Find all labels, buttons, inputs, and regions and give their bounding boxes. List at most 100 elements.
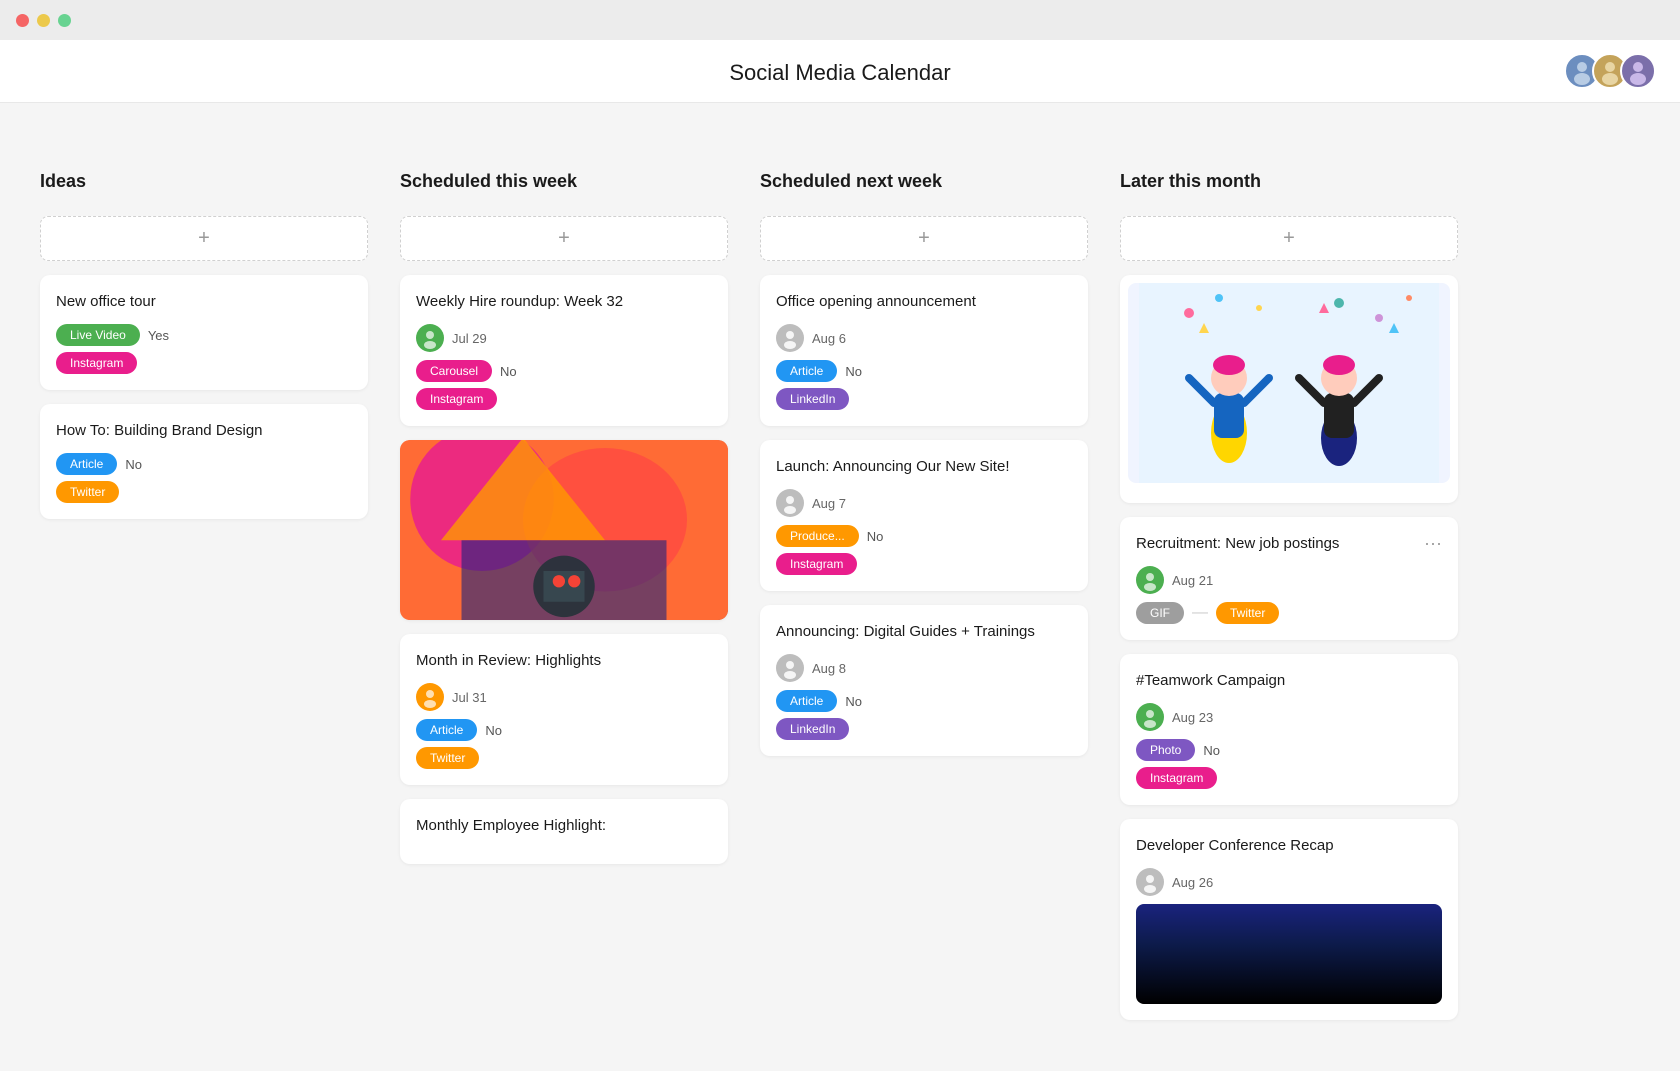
card-title: Office opening announcement [776, 291, 1072, 312]
tag-produce[interactable]: Produce... [776, 525, 859, 547]
tag-yes-value: Yes [148, 328, 169, 343]
card-title: Announcing: Digital Guides + Trainings [776, 621, 1072, 642]
tag-linkedin[interactable]: LinkedIn [776, 718, 849, 740]
card-dev-conference: Developer Conference Recap Aug 26 [1120, 819, 1458, 1020]
card-launch-new-site: Launch: Announcing Our New Site! Aug 7 P… [760, 440, 1088, 591]
card-title: New office tour [56, 291, 352, 312]
card-avatar [1136, 868, 1164, 896]
titlebar-dot-green [58, 14, 71, 27]
card-monthly-employee: Monthly Employee Highlight: [400, 799, 728, 864]
tags-row-2: Instagram [1136, 767, 1442, 789]
card-month-review: Month in Review: Highlights Jul 31 Artic… [400, 634, 728, 785]
tags-row: Article No [416, 719, 712, 741]
tags-row: Live Video Yes [56, 324, 352, 346]
card-meta: Aug 21 [1136, 566, 1442, 594]
card-date: Jul 29 [452, 331, 487, 346]
tag-article[interactable]: Article [776, 690, 837, 712]
board: Ideas + New office tour Live Video Yes I… [0, 163, 1680, 1058]
card-title: Month in Review: Highlights [416, 650, 712, 671]
tag-instagram[interactable]: Instagram [416, 388, 497, 410]
tags-row-2: LinkedIn [776, 718, 1072, 740]
card-meta: Aug 23 [1136, 703, 1442, 731]
card-title: Recruitment: New job postings [1136, 533, 1424, 554]
card-avatar [1136, 566, 1164, 594]
card-date: Aug 7 [812, 496, 846, 511]
add-btn-scheduled-week[interactable]: + [400, 216, 728, 261]
card-date: Aug 21 [1172, 573, 1213, 588]
card-avatar [416, 683, 444, 711]
card-date-dev: Aug 26 [1172, 875, 1213, 890]
card-date: Jul 31 [452, 690, 487, 705]
tag-no-value: No [845, 694, 862, 709]
tag-carousel[interactable]: Carousel [416, 360, 492, 382]
tags-row-2: Instagram [776, 553, 1072, 575]
tag-no-value: No [500, 364, 517, 379]
tag-no-value: No [485, 723, 502, 738]
tag-instagram[interactable]: Instagram [776, 553, 857, 575]
tag-live-video[interactable]: Live Video [56, 324, 140, 346]
add-btn-scheduled-next[interactable]: + [760, 216, 1088, 261]
tag-instagram[interactable]: Instagram [1136, 767, 1217, 789]
tags-row-2: Twitter [416, 747, 712, 769]
menu-dots-icon[interactable]: ··· [1424, 533, 1442, 554]
tag-article[interactable]: Article [56, 453, 117, 475]
column-title-later: Later this month [1120, 163, 1458, 200]
card-abstract-image [400, 440, 728, 620]
tag-no-value: No [845, 364, 862, 379]
card-date: Aug 23 [1172, 710, 1213, 725]
card-brand-design: How To: Building Brand Design Article No… [40, 404, 368, 519]
tag-linkedin[interactable]: LinkedIn [776, 388, 849, 410]
card-new-office-tour: New office tour Live Video Yes Instagram [40, 275, 368, 390]
header-avatars [1572, 53, 1656, 89]
card-avatar [416, 324, 444, 352]
column-title-scheduled-week: Scheduled this week [400, 163, 728, 200]
dark-image [1136, 904, 1442, 1004]
tags-row: Article No [776, 690, 1072, 712]
tag-twitter[interactable]: Twitter [1216, 602, 1279, 624]
column-ideas: Ideas + New office tour Live Video Yes I… [24, 163, 384, 1034]
card-avatar [776, 489, 804, 517]
card-meta: Aug 26 [1136, 868, 1442, 896]
card-meta: Aug 6 [776, 324, 1072, 352]
tags-row-2: Instagram [416, 388, 712, 410]
tags-row: Photo No [1136, 739, 1442, 761]
tags-row: Article No [776, 360, 1072, 382]
tag-gif[interactable]: GIF [1136, 602, 1184, 624]
card-teamwork: #Teamwork Campaign Aug 23 Photo No Insta… [1120, 654, 1458, 805]
add-btn-later[interactable]: + [1120, 216, 1458, 261]
tag-article[interactable]: Article [416, 719, 477, 741]
tags-row: Carousel No [416, 360, 712, 382]
tag-twitter[interactable]: Twitter [416, 747, 479, 769]
tags-row-2: LinkedIn [776, 388, 1072, 410]
tag-article[interactable]: Article [776, 360, 837, 382]
card-avatar [1136, 703, 1164, 731]
card-title: Launch: Announcing Our New Site! [776, 456, 1072, 477]
celebration-image [1128, 283, 1450, 483]
titlebar-dot-yellow [37, 14, 50, 27]
tag-no-value: No [867, 529, 884, 544]
card-title: Monthly Employee Highlight: [416, 815, 712, 836]
avatar-3 [1620, 53, 1656, 89]
tags-row: Article No [56, 453, 352, 475]
card-avatar [776, 324, 804, 352]
titlebar [0, 0, 1680, 40]
column-scheduled-this-week: Scheduled this week + Weekly Hire roundu… [384, 163, 744, 1034]
column-title-ideas: Ideas [40, 163, 368, 200]
card-date: Aug 6 [812, 331, 846, 346]
tags-row-2: Instagram [56, 352, 352, 374]
tags-row: GIF — Twitter [1136, 602, 1442, 624]
card-recruitment: Recruitment: New job postings ··· Aug 21… [1120, 517, 1458, 640]
card-meta: Jul 29 [416, 324, 712, 352]
tag-photo[interactable]: Photo [1136, 739, 1195, 761]
card-meta: Aug 7 [776, 489, 1072, 517]
column-later-this-month: Later this month + [1104, 163, 1474, 1034]
tag-instagram[interactable]: Instagram [56, 352, 137, 374]
card-office-opening: Office opening announcement Aug 6 Articl… [760, 275, 1088, 426]
card-title: How To: Building Brand Design [56, 420, 352, 441]
card-weekly-hire: Weekly Hire roundup: Week 32 Jul 29 Caro… [400, 275, 728, 426]
tag-no-value: No [125, 457, 142, 472]
card-title: #Teamwork Campaign [1136, 670, 1442, 691]
add-btn-ideas[interactable]: + [40, 216, 368, 261]
card-meta: Aug 8 [776, 654, 1072, 682]
tag-twitter[interactable]: Twitter [56, 481, 119, 503]
